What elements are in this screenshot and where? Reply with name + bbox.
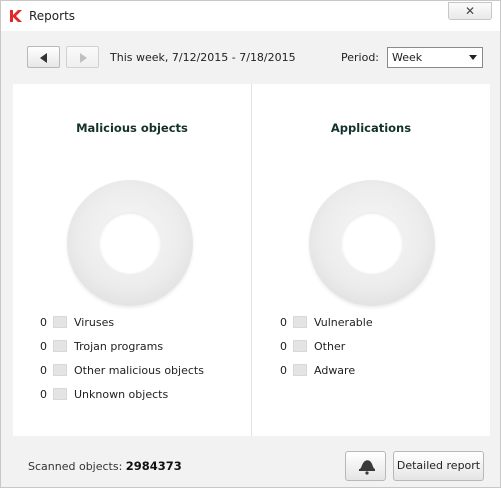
legend-label: Trojan programs [74, 340, 164, 353]
legend-label: Unknown objects [74, 388, 169, 401]
notifications-button[interactable] [345, 451, 386, 481]
legend-swatch [53, 316, 67, 328]
period-selected-value: Week [392, 51, 423, 64]
scanned-objects-count: 2984373 [125, 459, 182, 473]
close-button[interactable]: ✕ [448, 2, 492, 20]
legend-label: Other malicious objects [74, 364, 204, 377]
legend-label: Adware [314, 364, 356, 377]
arrow-right-icon [80, 53, 87, 63]
legend-count: 0 [280, 316, 287, 329]
report-toolbar: This week, 7/12/2015 - 7/18/2015 Period:… [13, 35, 490, 79]
scanned-objects-label: Scanned objects: [28, 460, 123, 473]
legend-swatch [293, 364, 307, 376]
legend-count: 0 [40, 388, 47, 401]
donut-hole [341, 212, 403, 274]
window-title: Reports [29, 9, 76, 23]
legend-swatch [53, 388, 67, 400]
previous-period-button[interactable] [27, 46, 60, 68]
legend-swatch [293, 316, 307, 328]
report-footer: Scanned objects: 2984373 Detailed report [13, 436, 490, 486]
reports-window: Reports ✕ This week, 7/12/2015 - 7/18/20… [0, 0, 501, 488]
kaspersky-logo-icon [9, 9, 23, 23]
period-dropdown[interactable]: Week [387, 47, 483, 68]
arrow-left-icon [40, 53, 47, 63]
legend-swatch [293, 340, 307, 352]
applications-title: Applications [330, 121, 412, 135]
date-range-label: This week, 7/12/2015 - 7/18/2015 [110, 51, 296, 64]
malicious-objects-title: Malicious objects [76, 121, 188, 135]
legend-label: Vulnerable [314, 316, 373, 329]
detailed-report-button[interactable]: Detailed report [393, 451, 484, 481]
applications-donut-chart [309, 180, 435, 306]
title-bar: Reports ✕ [1, 1, 500, 31]
legend-count: 0 [40, 364, 47, 377]
period-label: Period: [341, 51, 380, 64]
legend-label: Viruses [74, 316, 115, 329]
legend-count: 0 [40, 340, 47, 353]
malicious-objects-panel: Malicious objects 0 Viruses 0 Trojan pro… [13, 84, 251, 436]
bell-icon [359, 460, 375, 475]
legend-count: 0 [280, 364, 287, 377]
legend-count: 0 [280, 340, 287, 353]
legend-swatch [53, 340, 67, 352]
next-period-button[interactable] [66, 46, 99, 68]
close-icon: ✕ [464, 4, 476, 18]
applications-panel: Applications 0 Vulnerable 0 Other 0 Adwa… [252, 84, 490, 436]
legend-swatch [53, 364, 67, 376]
legend-label: Other [314, 340, 346, 353]
scanned-objects: Scanned objects: 2984373 [28, 459, 182, 473]
chevron-down-icon [469, 55, 477, 60]
donut-hole [99, 212, 161, 274]
malicious-objects-donut-chart [67, 180, 193, 306]
legend-count: 0 [40, 316, 47, 329]
